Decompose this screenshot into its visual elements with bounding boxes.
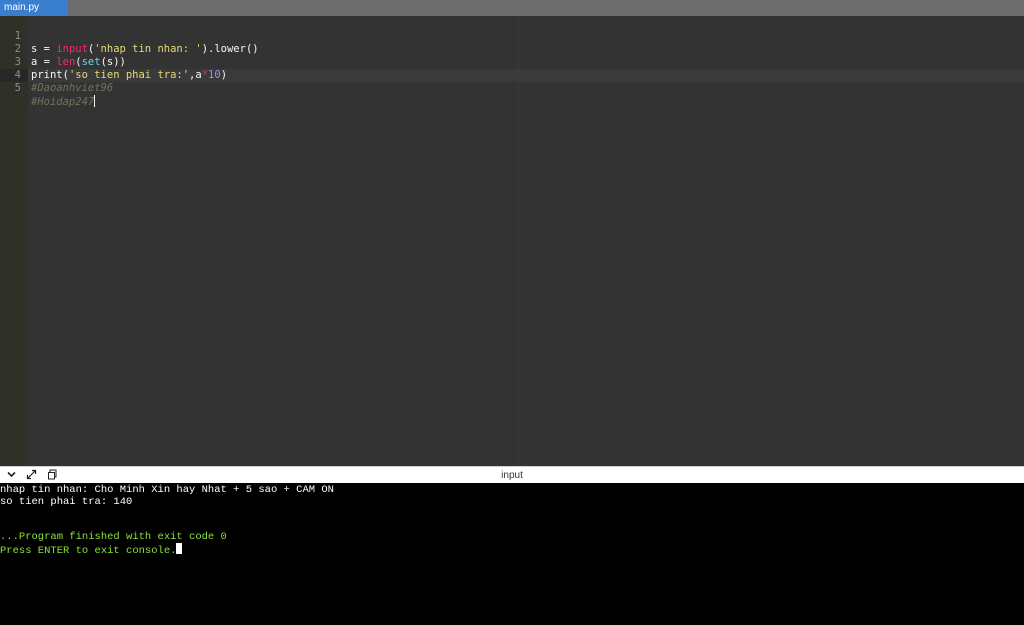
code-line[interactable]: 2 a = len(set(s)) (0, 30, 126, 68)
code-token: a = (31, 56, 57, 68)
code-line[interactable]: 5 #Hoidap247 (0, 69, 96, 108)
console-text: ...Program finished with exit code 0 (0, 531, 227, 543)
code-text: #Hoidap247 (31, 95, 96, 109)
console-line: so tien phai tra: 140 (0, 496, 132, 508)
code-token: (s)) (100, 56, 126, 68)
code-line[interactable]: 1 s = input('nhap tin nhan: ').lower() (0, 17, 259, 55)
code-token: 10 (208, 69, 221, 81)
code-token: s = (31, 43, 57, 55)
console-line: nhap tin nhan: Cho Minh Xin hay Nhat + 5… (0, 484, 334, 496)
code-line[interactable]: 4 #Daoanhviet96 (0, 56, 114, 94)
code-line[interactable]: 3 print('so tien phai tra:',a*10) (0, 43, 227, 81)
text-cursor (94, 95, 96, 107)
code-token: set (81, 56, 101, 68)
tab-bar: main.py (0, 0, 1024, 16)
code-text: s = input('nhap tin nhan: ').lower() (31, 43, 259, 56)
console-line: Press ENTER to exit console. (0, 543, 183, 557)
console-text: Press ENTER to exit console. (0, 545, 177, 557)
console-text: nhap tin nhan: Cho Minh Xin hay Nhat + 5… (0, 484, 334, 496)
console-text: so tien phai tra: 140 (0, 496, 133, 508)
tab-label: main.py (4, 2, 40, 13)
code-token: ) (220, 69, 228, 81)
console-output[interactable]: nhap tin nhan: Cho Minh Xin hay Nhat + 5… (0, 483, 1024, 625)
code-token: 'so tien phai tra:' (68, 69, 190, 81)
tab-main-py[interactable]: main.py (0, 0, 68, 16)
console-toolbar: input (0, 466, 1024, 483)
print-margin (518, 16, 519, 466)
code-text: #Daoanhviet96 (31, 82, 113, 95)
code-token: print( (31, 69, 69, 81)
console-line: ...Program finished with exit code 0 (0, 531, 227, 543)
code-token: input (56, 43, 88, 55)
code-token: 'nhap tin nhan: ' (94, 43, 202, 55)
code-token: ,a (189, 69, 202, 81)
code-token: #Hoidap247 (31, 96, 95, 108)
console-cursor (176, 543, 183, 554)
code-token: len (56, 56, 76, 68)
code-text: a = len(set(s)) (31, 56, 126, 69)
code-token: ).lower() (201, 43, 259, 55)
console-title: input (501, 470, 523, 481)
code-token: #Daoanhviet96 (31, 82, 114, 94)
code-editor[interactable]: 1 s = input('nhap tin nhan: ').lower() 2… (0, 16, 1024, 466)
line-number: 5 (14, 82, 21, 94)
code-text: print('so tien phai tra:',a*10) (31, 69, 227, 82)
